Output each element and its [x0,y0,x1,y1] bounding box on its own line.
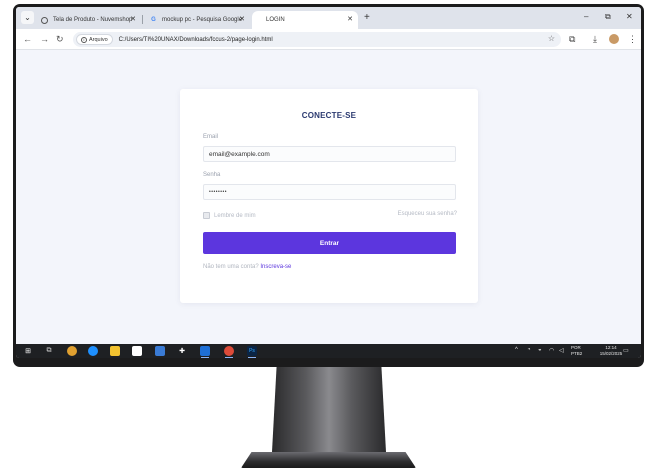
monitor-stand-neck [272,367,386,452]
globe-icon [41,16,48,24]
reload-icon[interactable]: ↻ [56,34,64,45]
info-icon: i [81,36,87,43]
monitor-frame: ⌄ Tela de Produto - Nuvemshop ✕ G mockup… [13,4,644,367]
chevron-up-icon[interactable]: ^ [515,347,518,353]
password-label: Senha [203,172,221,178]
screen: ⌄ Tela de Produto - Nuvemshop ✕ G mockup… [16,7,641,358]
windows-start-icon[interactable]: ⊞ [23,346,33,356]
signup-link[interactable]: Inscreva-se [260,264,291,270]
browser-toolbar: ← → ↻ i Arquivo C:/Users/TI%20UNAX/Downl… [16,29,641,50]
file-explorer-icon[interactable] [110,346,120,356]
taskbar: ⊞ ⧉ ✚ Ps ^ ◔ ◒ ◠ ◁ POR PTB2 12:14 15/02/… [16,344,641,358]
email-label: Email [203,134,219,140]
browser-tab-bar: ⌄ Tela de Produto - Nuvemshop ✕ G mockup… [16,7,641,29]
tab-search-icon[interactable]: ⌄ [21,11,34,24]
back-arrow-icon[interactable]: ← [23,34,32,44]
close-icon[interactable]: ✕ [239,15,245,23]
chrome-icon[interactable] [224,346,234,358]
tab-label: Tela de Produto - Nuvemshop [53,17,133,23]
email-value: email@example.com [209,150,270,158]
volume-icon[interactable]: ◁ [559,347,564,354]
page-title: CONECTE-SE [301,111,357,120]
new-tab-button[interactable]: + [364,12,370,23]
vscode-icon[interactable] [200,346,210,358]
language-indicator[interactable]: POR PTB2 [571,345,582,357]
url-text: C:/Users/TI%20UNAX/Downloads/fccus-2/pag… [118,36,273,43]
avatar[interactable] [609,34,619,44]
forgot-password-link[interactable]: Esqueceu sua senha? [398,211,457,217]
password-field[interactable]: •••••••• [203,184,456,200]
more-menu-icon[interactable]: ⋮ [628,34,637,45]
signup-prompt-text: Não tem uma conta? [203,264,259,270]
tray-app-icon[interactable]: ◔ [527,347,531,353]
notification-icon[interactable]: ▭ [623,347,629,354]
page-body: CONECTE-SE Email email@example.com Senha… [16,51,641,344]
tab-divider [142,15,143,24]
site-info-chip[interactable]: i Arquivo [76,34,113,45]
download-icon[interactable]: ⤓ [593,34,597,45]
close-icon[interactable]: ✕ [347,15,353,23]
photoshop-icon[interactable]: Ps [247,346,257,358]
tab-label: mockup pc - Pesquisa Google [162,17,243,23]
forward-arrow-icon[interactable]: → [40,34,49,44]
tab-login[interactable]: LOGIN ✕ [252,11,358,29]
clock[interactable]: 12:14 15/02/2025 [596,345,626,357]
tab-label: LOGIN [266,17,285,23]
login-card: CONECTE-SE Email email@example.com Senha… [180,89,478,303]
store-icon[interactable] [132,346,142,356]
tray-cloud-icon[interactable]: ◒ [538,347,542,353]
close-icon[interactable]: ✕ [130,15,136,23]
extensions-icon[interactable]: ⧉ [569,34,575,45]
copilot-icon[interactable] [67,346,77,356]
submit-button[interactable]: Entrar [203,232,456,254]
remember-label: Lembre de mim [214,212,256,219]
password-value: •••••••• [209,189,228,195]
star-icon[interactable]: ☆ [548,34,555,43]
remember-me[interactable]: Lembre de mim [203,212,256,219]
tab-google-search[interactable]: G mockup pc - Pesquisa Google ✕ [144,11,250,29]
chip-label: Arquivo [89,36,108,43]
app-icon[interactable]: ✚ [177,346,187,356]
remember-checkbox[interactable] [203,212,210,219]
edge-icon[interactable] [88,346,98,356]
email-field[interactable]: email@example.com [203,146,456,162]
clock-date: 15/02/2025 [599,351,623,356]
monitor-stand-base [241,452,416,468]
address-bar[interactable]: i Arquivo C:/Users/TI%20UNAX/Downloads/f… [73,32,561,47]
signup-prompt: Não tem uma conta? Inscreva-se [203,264,291,270]
mail-icon[interactable] [155,346,165,356]
tab-nuvemshop[interactable]: Tela de Produto - Nuvemshop ✕ [35,11,141,29]
keyboard-layout: PTB2 [571,351,583,356]
close-window-button[interactable]: ✕ [626,12,633,21]
google-icon: G [151,17,156,23]
minimize-button[interactable]: – [584,12,588,21]
maximize-button[interactable]: ⧉ [605,12,611,22]
task-view-icon[interactable]: ⧉ [44,346,54,356]
wifi-icon[interactable]: ◠ [549,347,554,354]
